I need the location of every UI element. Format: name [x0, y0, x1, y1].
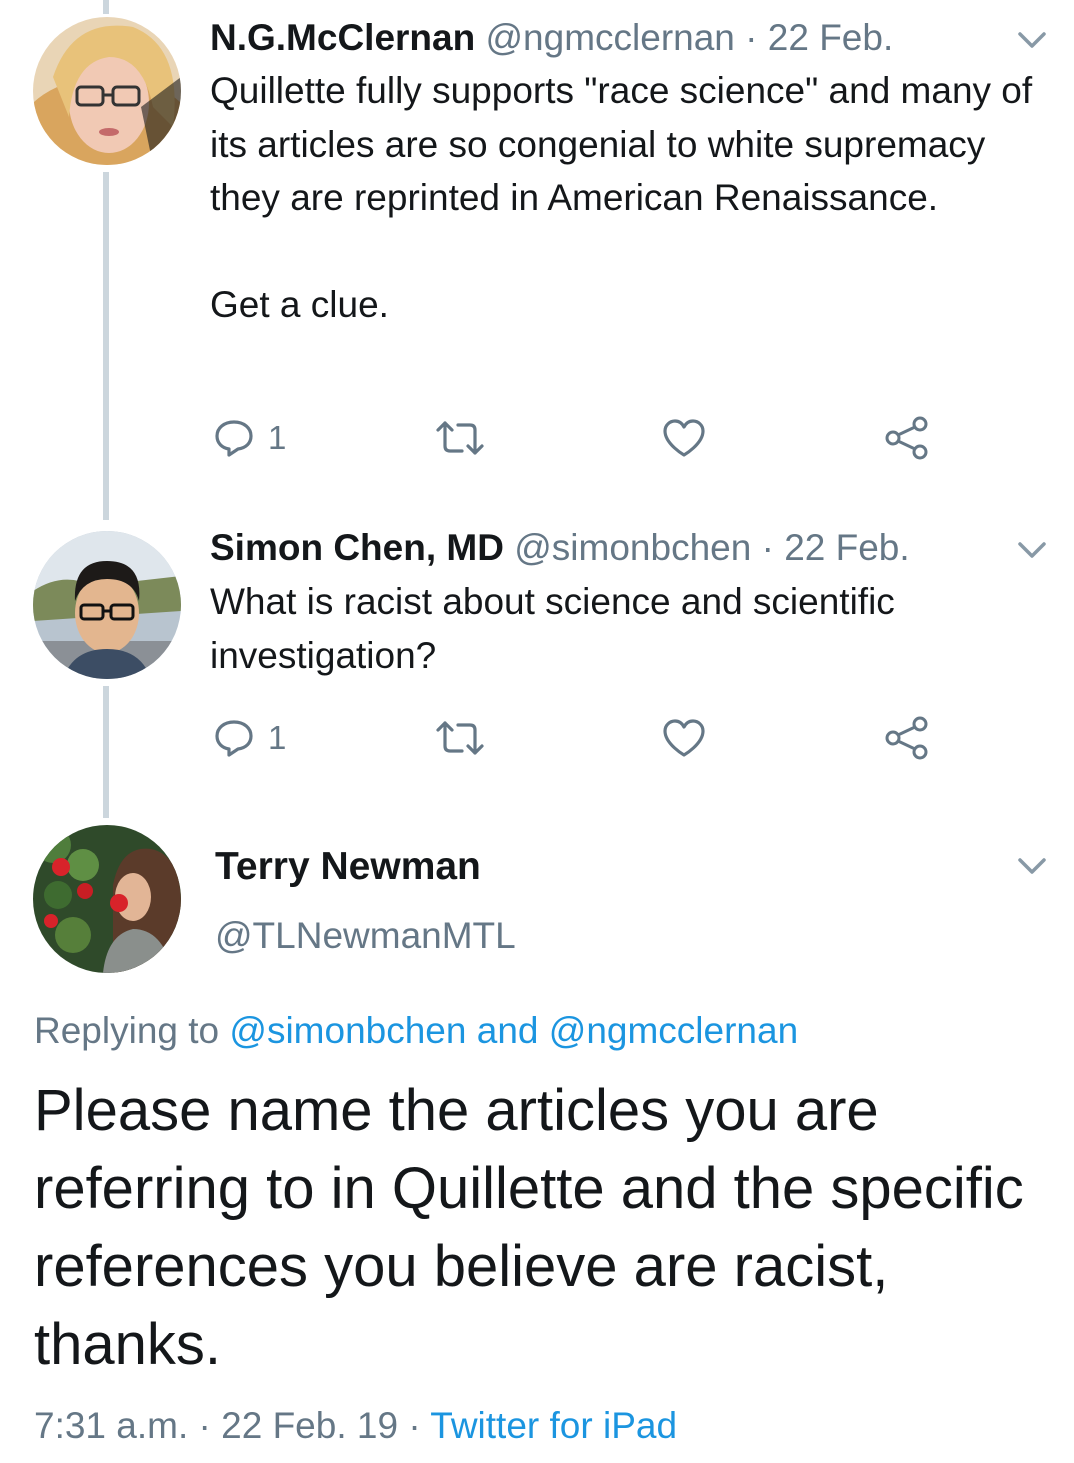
heart-icon [663, 719, 705, 757]
tweet-footer: 7:31 a.m. · 22 Feb. 19 · Twitter for iPa… [34, 1405, 677, 1447]
tweet-source-link[interactable]: Twitter for iPad [430, 1405, 677, 1446]
tweet-date[interactable]: · 22 Feb. 19 · [199, 1405, 421, 1446]
replying-to-label: Replying to [34, 1010, 220, 1051]
tweet-text: What is racist about science and scienti… [210, 581, 895, 676]
avatar[interactable] [33, 531, 181, 679]
thread-line [103, 686, 109, 818]
tweet-date[interactable]: · 22 Feb. [762, 527, 910, 568]
avatar-image [33, 17, 181, 165]
reply-icon [215, 720, 253, 757]
retweet-icon [436, 721, 484, 755]
share-button[interactable] [884, 714, 930, 762]
avatar[interactable] [33, 17, 181, 165]
retweet-button[interactable] [434, 714, 486, 762]
avatar-image [33, 825, 181, 973]
display-name[interactable]: Terry Newman [215, 845, 481, 889]
tweet-text: Please name the articles you are referri… [34, 1078, 1024, 1377]
reply-icon [215, 420, 253, 457]
reply-button[interactable]: 1 [214, 414, 286, 462]
share-button[interactable] [884, 414, 930, 462]
chevron-down-icon[interactable] [1016, 540, 1048, 560]
tweet-header: N.G.McClernan @ngmcclernan · 22 Feb. [210, 16, 893, 60]
chevron-down-icon[interactable] [1016, 30, 1048, 50]
username[interactable]: @ngmcclernan [486, 17, 735, 58]
like-button[interactable] [662, 714, 706, 762]
retweet-button[interactable] [434, 414, 486, 462]
replying-to: Replying to @simonbchen and @ngmcclernan [34, 1010, 798, 1052]
avatar[interactable] [33, 825, 181, 973]
tweet-time[interactable]: 7:31 a.m. [34, 1405, 188, 1446]
mention-link[interactable]: @ngmcclernan [549, 1010, 798, 1051]
avatar-image [33, 531, 181, 679]
heart-icon [663, 419, 705, 457]
display-name[interactable]: N.G.McClernan [210, 17, 475, 58]
tweet-text: Quillette fully supports "race science" … [210, 70, 1033, 325]
thread-line [103, 172, 109, 520]
display-name[interactable]: Simon Chen, MD [210, 527, 504, 568]
retweet-icon [436, 421, 484, 455]
tweet-header: Simon Chen, MD @simonbchen · 22 Feb. [210, 526, 910, 570]
reply-button[interactable]: 1 [214, 714, 286, 762]
reply-count: 1 [268, 419, 287, 456]
mention-link[interactable]: @simonbchen [229, 1010, 466, 1051]
chevron-down-icon[interactable] [1016, 856, 1048, 876]
share-icon [885, 416, 928, 460]
like-button[interactable] [662, 414, 706, 462]
reply-count: 1 [268, 719, 287, 756]
replying-and[interactable]: and [477, 1010, 539, 1051]
tweet-date[interactable]: · 22 Feb. [745, 17, 893, 58]
thread-line [103, 0, 109, 14]
username[interactable]: @simonbchen [514, 527, 751, 568]
username[interactable]: @TLNewmanMTL [215, 915, 516, 957]
share-icon [885, 716, 928, 760]
